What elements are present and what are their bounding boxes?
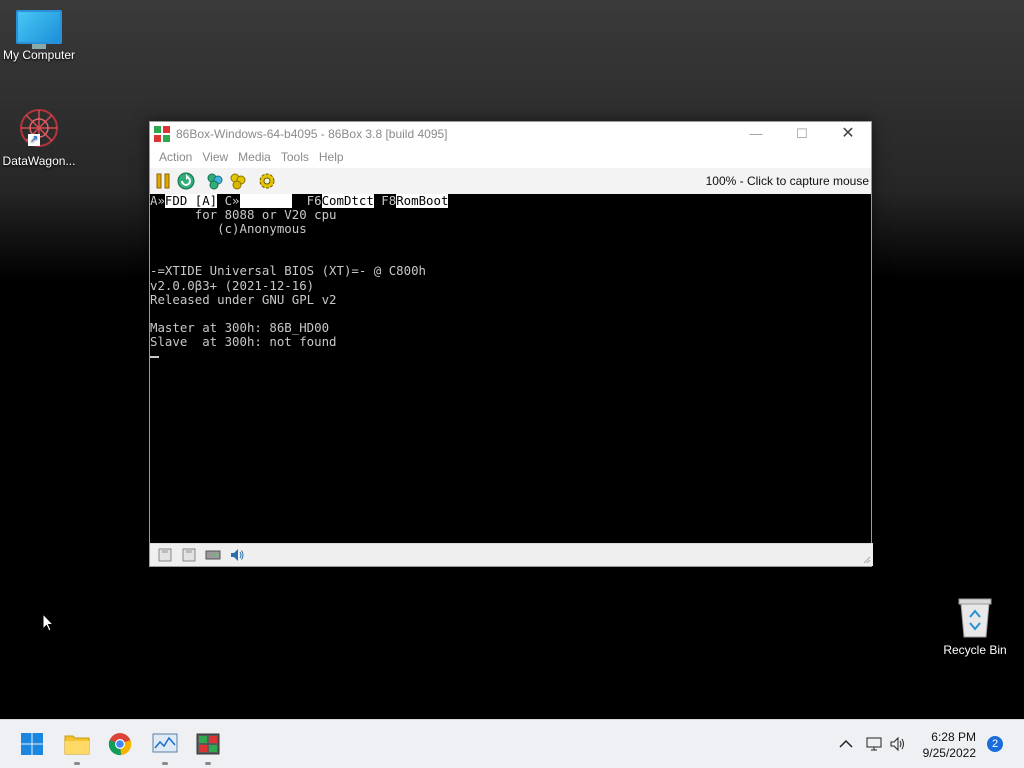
drive-c-prefix: C» xyxy=(217,194,240,208)
ctrl-alt-del-button[interactable] xyxy=(205,171,225,191)
sound-icon xyxy=(231,549,244,561)
chrome-icon xyxy=(108,733,132,756)
capture-mouse-status[interactable]: 100% - Click to capture mouse xyxy=(706,174,869,188)
screen-line: Released under GNU GPL v2 xyxy=(150,291,337,307)
toolbar: 100% - Click to capture mouse xyxy=(150,168,871,194)
start-icon xyxy=(21,733,43,755)
menu-bar: Action View Media Tools Help xyxy=(150,146,871,168)
reset-button[interactable] xyxy=(176,171,196,191)
floppy-b-icon xyxy=(182,548,196,562)
screen-line xyxy=(150,250,871,264)
menu-help[interactable]: Help xyxy=(314,150,349,164)
86box-taskbar-button[interactable] xyxy=(192,728,224,765)
pause-button[interactable] xyxy=(153,171,173,191)
network-button[interactable] xyxy=(864,734,884,754)
ctrl-alt-esc-icon xyxy=(230,173,246,190)
chrome-button[interactable] xyxy=(104,728,136,760)
f8-key: F8 xyxy=(373,194,397,208)
86box-app-icon xyxy=(154,126,170,142)
screen-line: v2.0.0β3+ (2021-12-16) xyxy=(150,277,315,293)
running-indicator xyxy=(162,762,168,765)
menu-action[interactable]: Action xyxy=(154,150,197,164)
screen-line: for 8088 or V20 cpu xyxy=(150,207,337,223)
recycle-bin-icon xyxy=(957,597,993,639)
menu-view[interactable]: View xyxy=(197,150,233,164)
settings-button[interactable] xyxy=(257,171,277,191)
running-indicator xyxy=(74,762,80,765)
floppy-a-icon xyxy=(158,548,172,562)
reset-icon xyxy=(177,172,195,190)
hdd-icon xyxy=(205,550,221,560)
sound-status[interactable] xyxy=(228,546,246,564)
task-manager-button[interactable] xyxy=(149,728,181,765)
screen-line xyxy=(150,307,871,321)
close-button[interactable]: ✕ xyxy=(825,122,871,146)
window-title: 86Box-Windows-64-b4095 - 86Box 3.8 [buil… xyxy=(176,127,448,141)
bios-header-line: A»FDD [A] C» F6ComDtct F8RomBoot xyxy=(150,194,871,208)
minimize-button[interactable]: — xyxy=(733,122,779,146)
f6-key: F6 xyxy=(291,194,322,208)
screen-line xyxy=(150,236,871,250)
task-manager-icon xyxy=(152,733,178,753)
settings-icon xyxy=(259,173,275,189)
file-explorer-button[interactable] xyxy=(61,728,93,765)
text-cursor xyxy=(150,355,159,358)
maximize-button[interactable]: ☐ xyxy=(779,122,825,146)
taskbar: 6:28 PM 9/25/2022 2 xyxy=(0,719,1024,768)
screen-line: Slave at 300h: not found xyxy=(150,333,337,349)
show-hidden-icons-button[interactable] xyxy=(836,734,856,754)
screen-line: -=XTIDE Universal BIOS (XT)=- @ C800h xyxy=(150,263,427,279)
86box-icon xyxy=(196,733,220,755)
mouse-pointer-icon xyxy=(42,613,55,632)
screen-line: (c)Anonymous xyxy=(150,221,307,237)
hdd-status[interactable] xyxy=(204,546,222,564)
running-indicator xyxy=(205,762,211,765)
datawagon-icon: ↗ xyxy=(16,106,62,150)
start-button[interactable] xyxy=(16,728,48,760)
ctrl-alt-del-icon xyxy=(207,173,223,190)
file-explorer-icon xyxy=(64,735,90,755)
clock-time: 6:28 PM xyxy=(931,730,976,744)
desktop-icon-label: Recycle Bin xyxy=(943,643,1007,657)
ctrl-alt-esc-button[interactable] xyxy=(228,171,248,191)
volume-button[interactable] xyxy=(888,734,908,754)
floppy-b-status[interactable] xyxy=(180,546,198,564)
floppy-a-status[interactable] xyxy=(156,546,174,564)
clock-date: 9/25/2022 xyxy=(922,746,976,760)
emulator-screen[interactable]: A»FDD [A] C» F6ComDtct F8RomBoot for 808… xyxy=(150,194,871,543)
monitor-icon xyxy=(16,10,62,49)
status-bar xyxy=(150,543,873,566)
speaker-icon xyxy=(890,736,904,752)
desktop-icon-datawagon[interactable]: ↗ DataWagon... xyxy=(0,106,82,168)
f6-label: ComDtct xyxy=(321,194,374,208)
resize-grip-icon[interactable] xyxy=(861,554,871,564)
screen-line: Master at 300h: 86B_HD00 xyxy=(150,319,330,335)
desktop-icon-recycle-bin[interactable]: Recycle Bin xyxy=(932,597,1018,657)
86box-window: 86Box-Windows-64-b4095 - 86Box 3.8 [buil… xyxy=(149,121,873,567)
chevron-up-icon xyxy=(839,739,853,748)
fdd-a-label: FDD [A] xyxy=(164,194,218,208)
drive-c-field xyxy=(239,194,292,208)
drive-a-prefix: A» xyxy=(150,194,165,208)
cursor-line xyxy=(150,349,871,363)
desktop-icon-label: My Computer xyxy=(2,48,76,62)
f8-label: RomBoot xyxy=(396,194,449,208)
desktop-icon-my-computer[interactable]: My Computer xyxy=(0,10,82,62)
shortcut-arrow-icon: ↗ xyxy=(28,134,40,146)
desktop-icon-label: DataWagon... xyxy=(2,154,76,168)
clock[interactable]: 6:28 PM 9/25/2022 xyxy=(923,729,976,761)
menu-tools[interactable]: Tools xyxy=(276,150,314,164)
notification-badge[interactable]: 2 xyxy=(987,736,1003,752)
menu-media[interactable]: Media xyxy=(233,150,276,164)
pause-icon xyxy=(156,173,170,189)
network-icon xyxy=(866,737,882,751)
title-bar[interactable]: 86Box-Windows-64-b4095 - 86Box 3.8 [buil… xyxy=(150,122,871,146)
